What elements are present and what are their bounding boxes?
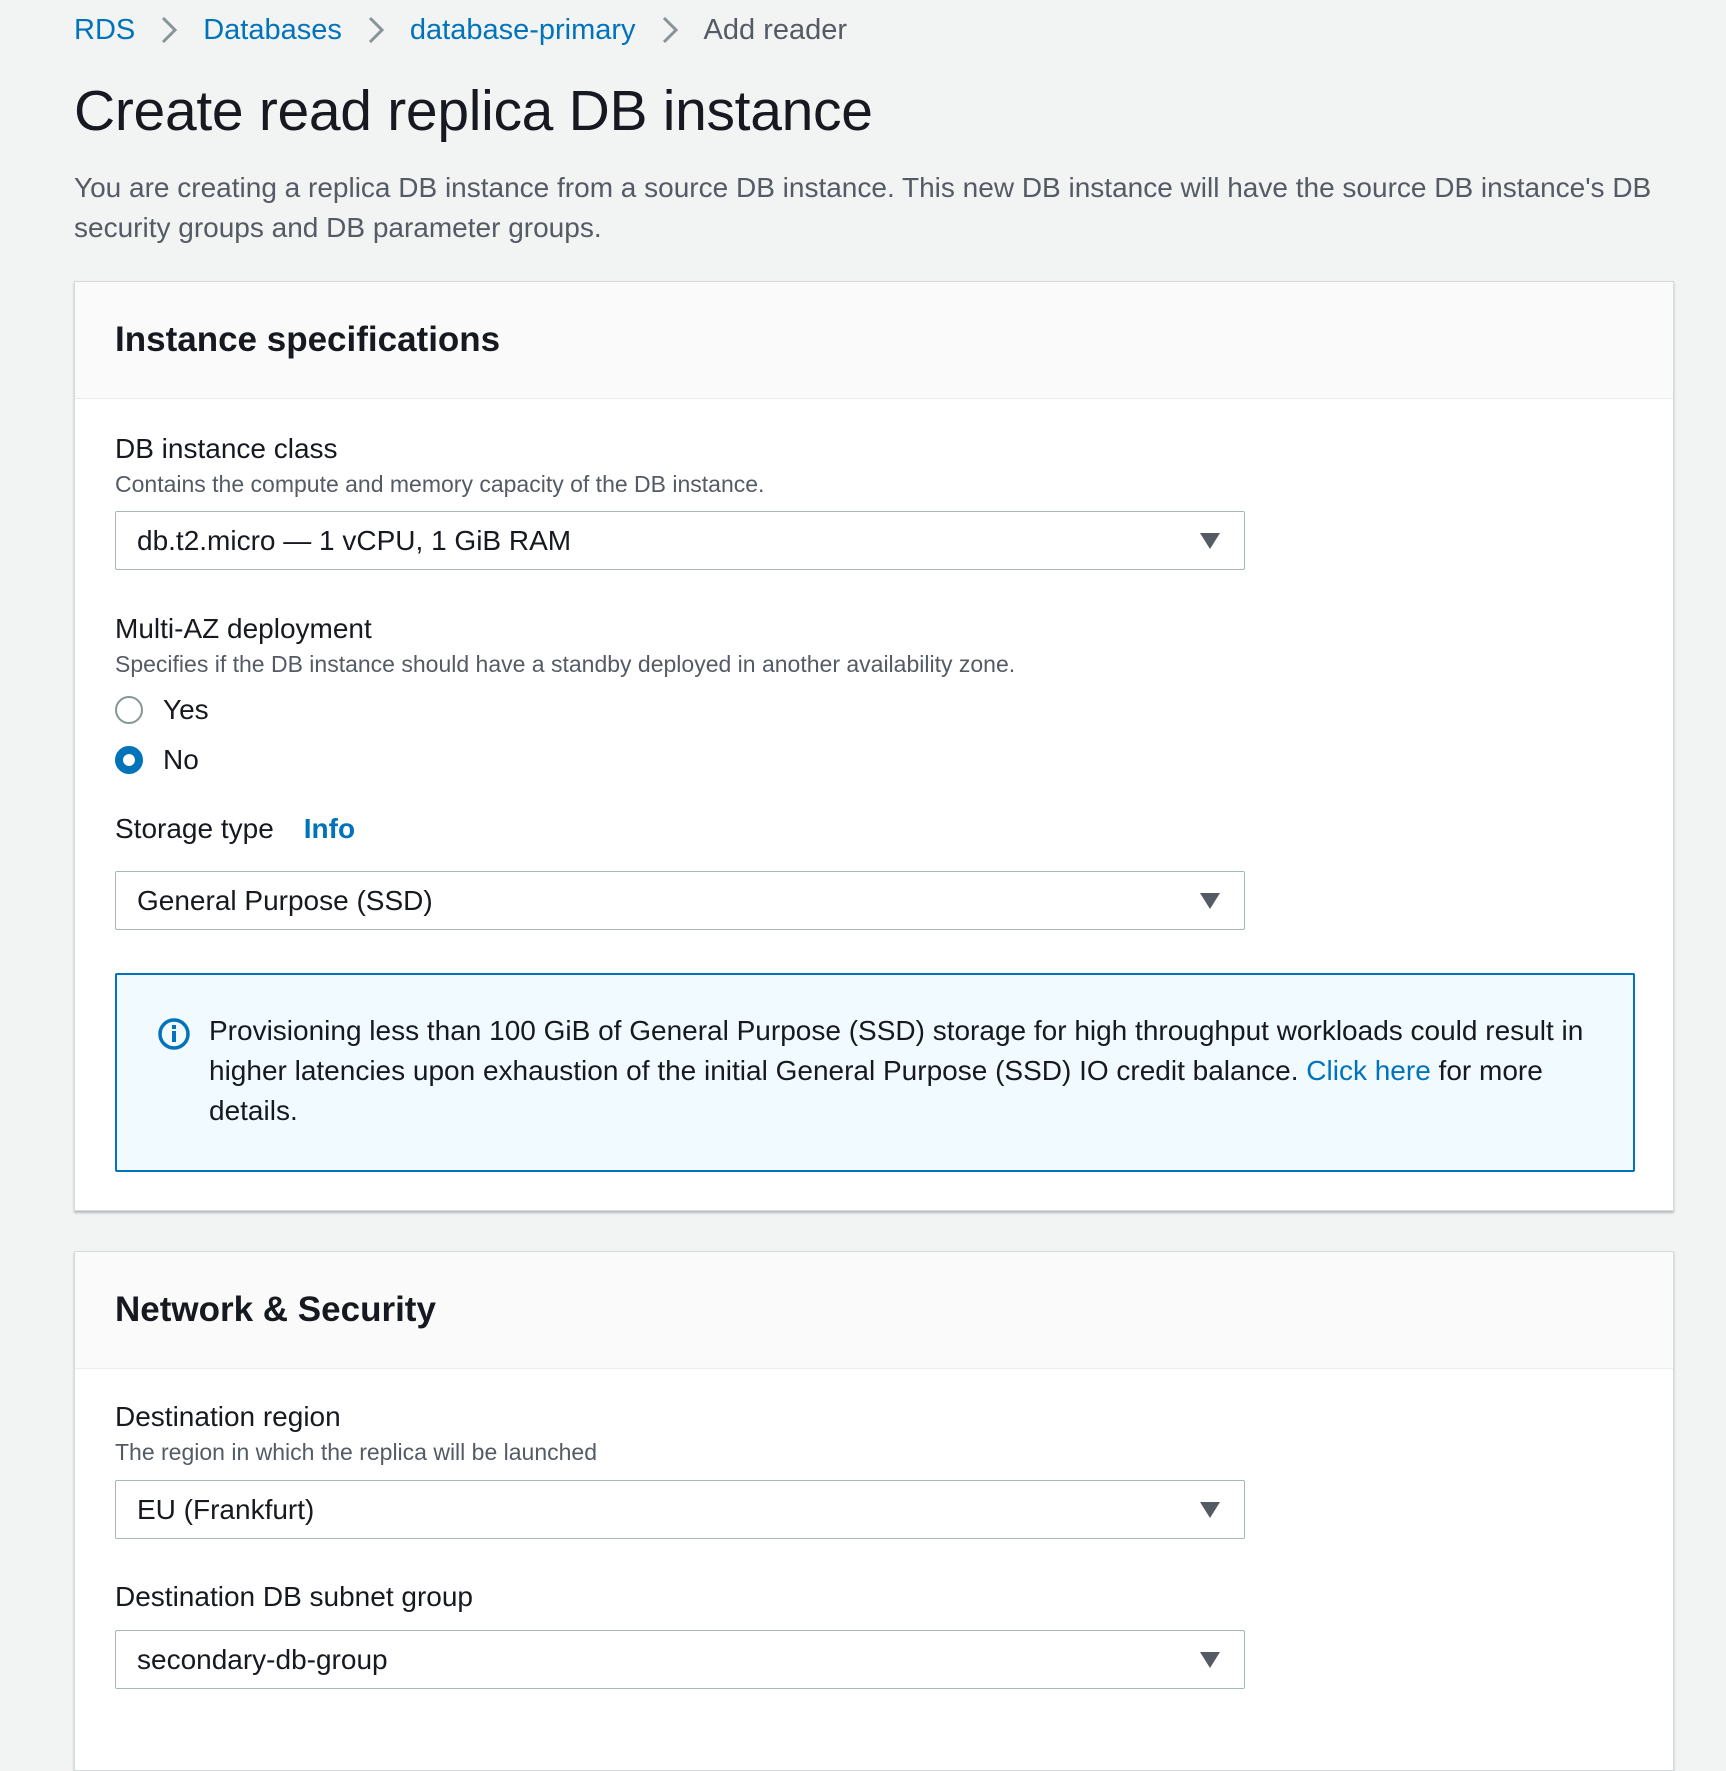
multi-az-field: Multi-AZ deployment Specifies if the DB … <box>115 613 1015 678</box>
breadcrumb-databases[interactable]: Databases <box>203 14 342 47</box>
page-description: You are creating a replica DB instance f… <box>74 172 1652 243</box>
info-circle-icon <box>158 1018 190 1050</box>
storage-type-select[interactable]: General Purpose (SSD) <box>115 871 1245 930</box>
panel-heading: Instance specifications <box>115 320 501 359</box>
radio-button-unchecked[interactable] <box>115 696 143 724</box>
info-link[interactable]: Info <box>304 813 355 845</box>
destination-subnet-select[interactable]: secondary-db-group <box>115 1630 1245 1689</box>
radio-label: No <box>163 744 199 775</box>
destination-region-field: Destination region The region in which t… <box>115 1401 597 1466</box>
field-label: Storage type Info <box>115 813 355 845</box>
field-label: Destination region <box>115 1401 341 1432</box>
field-label: DB instance class <box>115 433 338 464</box>
field-help: Contains the compute and memory capacity… <box>115 471 765 497</box>
radio-yes[interactable]: Yes <box>115 694 209 726</box>
page-title: Create read replica DB instance <box>74 79 873 143</box>
caret-down-icon <box>1200 893 1220 909</box>
chevron-right-icon <box>652 15 688 45</box>
db-instance-class-field: DB instance class Contains the compute a… <box>115 433 764 498</box>
alert-message: Provisioning less than 100 GiB of Genera… <box>209 1011 1609 1131</box>
field-label: Destination DB subnet group <box>115 1581 473 1612</box>
storage-info-alert: Provisioning less than 100 GiB of Genera… <box>115 973 1635 1172</box>
panel-header: Instance specifications <box>75 282 1673 399</box>
select-value: secondary-db-group <box>137 1643 388 1675</box>
caret-down-icon <box>1200 533 1220 549</box>
caret-down-icon <box>1200 1652 1220 1668</box>
radio-label: Yes <box>163 694 209 725</box>
field-label: Multi-AZ deployment <box>115 613 372 644</box>
select-value: General Purpose (SSD) <box>137 884 433 916</box>
breadcrumb-database-primary[interactable]: database-primary <box>410 14 636 47</box>
radio-button-checked[interactable] <box>115 746 143 774</box>
radio-no[interactable]: No <box>115 744 199 776</box>
panel-header: Network & Security <box>75 1252 1673 1369</box>
field-help: The region in which the replica will be … <box>115 1439 598 1465</box>
chevron-right-icon <box>151 15 187 45</box>
db-instance-class-select[interactable]: db.t2.micro — 1 vCPU, 1 GiB RAM <box>115 511 1245 570</box>
network-security-panel: Network & Security Destination region Th… <box>74 1251 1674 1771</box>
caret-down-icon <box>1200 1502 1220 1518</box>
storage-type-field: Storage type Info <box>115 813 355 845</box>
breadcrumb: RDS Databases database-primary Add reade… <box>74 10 847 50</box>
field-help: Specifies if the DB instance should have… <box>115 651 1016 677</box>
select-value: EU (Frankfurt) <box>137 1493 315 1525</box>
destination-region-select[interactable]: EU (Frankfurt) <box>115 1480 1245 1539</box>
chevron-right-icon <box>358 15 394 45</box>
destination-subnet-field: Destination DB subnet group <box>115 1581 473 1613</box>
breadcrumb-current: Add reader <box>703 13 848 46</box>
storage-type-label: Storage type <box>115 813 274 844</box>
breadcrumb-rds[interactable]: RDS <box>74 14 135 47</box>
instance-specifications-panel: Instance specifications DB instance clas… <box>74 281 1674 1211</box>
select-value: db.t2.micro — 1 vCPU, 1 GiB RAM <box>137 524 572 556</box>
alert-click-here-link[interactable]: Click here <box>1306 1055 1430 1086</box>
panel-heading: Network & Security <box>115 1290 436 1329</box>
